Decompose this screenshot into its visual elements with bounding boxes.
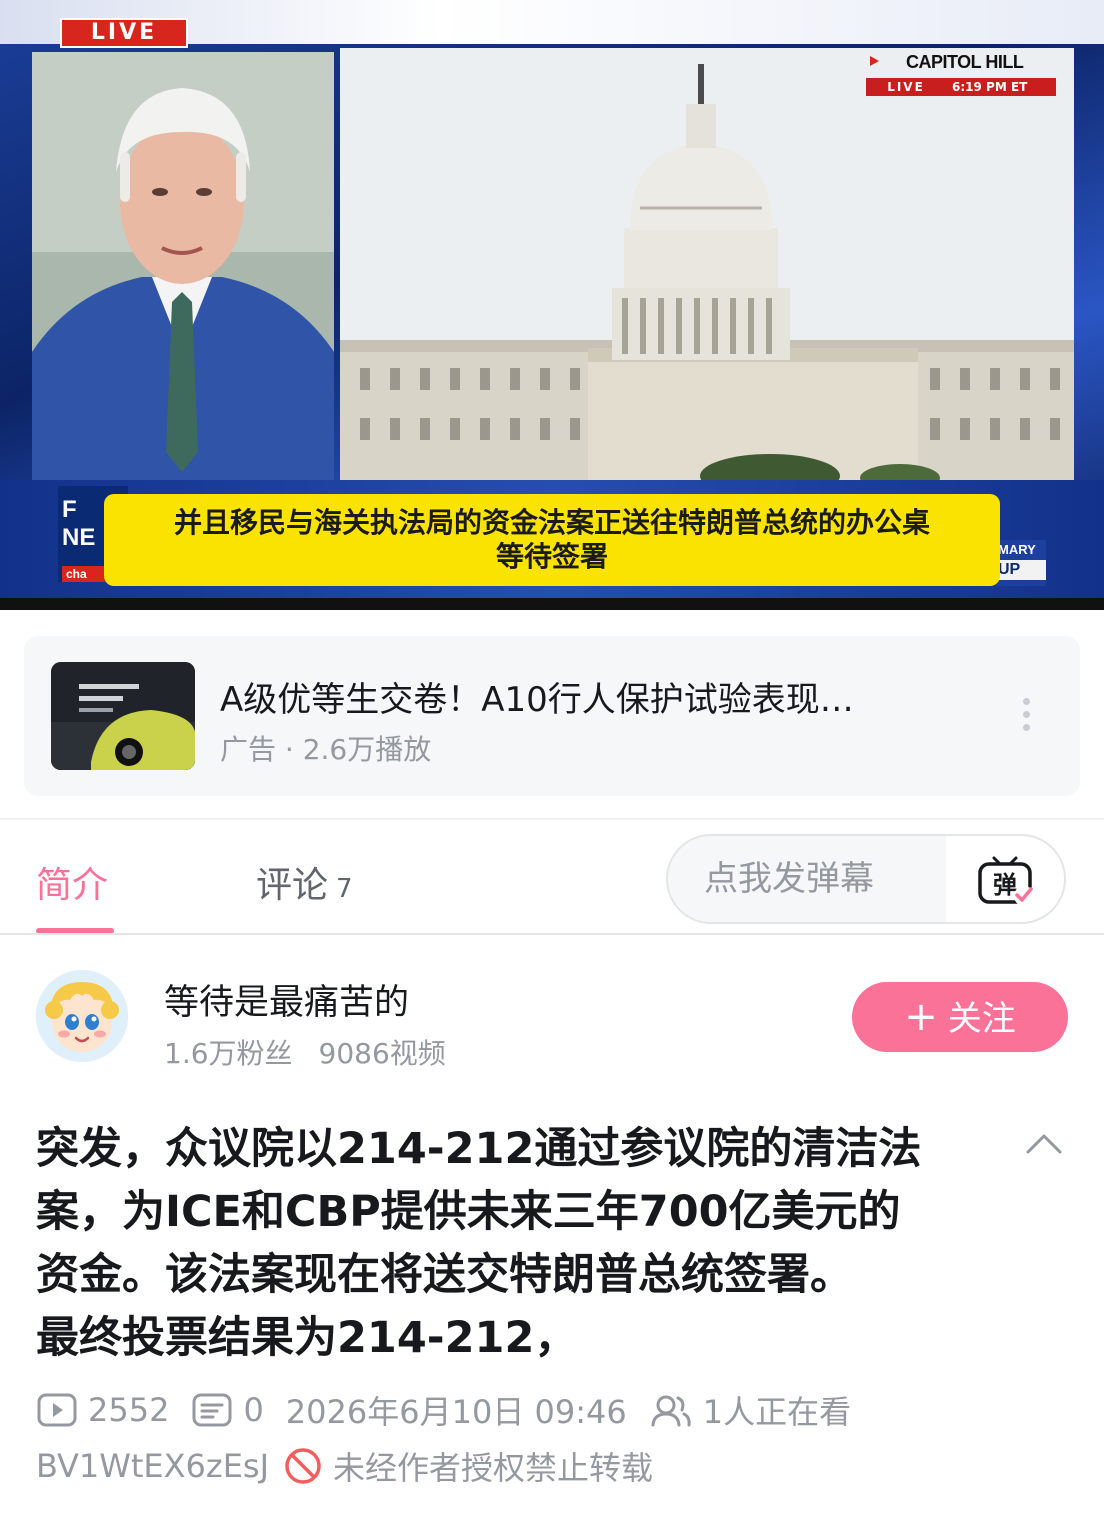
location-name: CAPITOL HILL [906,52,1024,72]
video-bottom-edge [0,598,1104,610]
title-line-1: 突发，众议院以214-212通过参议院的清洁法 [36,1124,922,1174]
uploader-avatar[interactable] [36,970,128,1062]
plus-icon: + [904,994,938,1040]
news-anchor-image [32,52,334,480]
copyright-text: 未经作者授权禁止转载 [333,1449,654,1487]
danmaku-count: 0 [191,1391,264,1429]
title-line-3: 资金。该法案现在将送交特朗普总统签署。 [36,1250,853,1300]
chevron-up-icon[interactable] [1024,1130,1064,1156]
tab-comments-count: 7 [336,874,353,904]
play-count-icon [37,1393,77,1427]
title-line-2: 案，为ICE和CBP提供未来三年700亿美元的 [36,1187,901,1237]
title-line-4: 最终投票结果为214-212， [36,1313,578,1363]
location-live-label: LIVE [887,80,925,94]
uploader-videos: 9086视频 [318,1037,446,1070]
subtitle-line-2: 等待签署 [495,540,608,573]
channel-logo-mid: NE [62,524,96,551]
danmaku-toggle-icon[interactable]: 弹 [974,848,1036,910]
watching-count: 1人正在看 [649,1387,851,1433]
ad-thumbnail-image [51,662,195,770]
live-tag: LIVE [60,18,188,48]
prohibit-icon [285,1448,321,1484]
tab-divider [0,933,1104,935]
video-stats-row: 2552 0 2026年6月10日 09:46 1人正在看 [36,1388,851,1432]
follow-label: 关注 [947,999,1016,1039]
side-tag: MARY UP [996,540,1046,586]
video-title: 突发，众议院以214-212通过参议院的清洁法 案，为ICE和CBP提供未来三年… [36,1118,1006,1370]
capitol-live-frame [340,48,1074,482]
ad-title[interactable]: A级优等生交卷！A10行人保护试验表现… [220,672,854,721]
tab-intro[interactable]: 简介 [36,856,108,908]
avatar-image [36,970,128,1062]
ad-thumbnail[interactable] [51,662,195,770]
video-subtitle: 并且移民与海关执法局的资金法案正送往特朗普总统的办公桌 等待签署 [104,494,1000,586]
uploader-fans: 1.6万粉丝 [164,1037,293,1070]
location-live-strip: LIVE 6:19 PM ET [866,78,1056,96]
channel-logo-top: F [62,496,77,523]
uploader-name[interactable]: 等待是最痛苦的 [164,974,409,1025]
tab-comments-label: 评论 [256,865,329,906]
subtitle-line-1: 并且移民与海关执法局的资金法案正送往特朗普总统的办公桌 [173,506,930,539]
capitol-building-image [340,48,1074,482]
video-id-row: BV1WtEX6zEsJ 未经作者授权禁止转载 [36,1444,653,1488]
danmaku-input[interactable]: 点我发弹幕 [668,836,946,922]
video-player[interactable]: LIVE CAPITOL HILL LIVE 6:19 PM ET F NE c… [0,0,1104,610]
ad-card[interactable]: A级优等生交卷！A10行人保护试验表现… 广告 · 2.6万播放 [24,636,1080,796]
news-anchor-frame [32,52,334,480]
copyright-notice: 未经作者授权禁止转载 [283,1443,653,1489]
follow-button[interactable]: + 关注 [852,982,1068,1052]
ad-meta: 广告 · 2.6万播放 [220,733,432,766]
bvid[interactable]: BV1WtEX6zEsJ [36,1447,269,1485]
play-count-value: 2552 [88,1391,170,1429]
danmaku-bar: 点我发弹幕 弹 [666,834,1066,924]
danmaku-count-icon [192,1393,232,1427]
danmaku-icon-char: 弹 [993,871,1017,899]
danmaku-count-value: 0 [243,1391,264,1429]
more-vertical-icon[interactable] [1020,698,1032,738]
play-arrow-icon [870,56,879,66]
side-tag-top: MARY [998,542,1036,557]
publish-date: 2026年6月10日 09:46 [285,1393,627,1431]
uploader-stats: 1.6万粉丝 9086视频 [164,1032,446,1072]
watching-people-icon [651,1395,691,1427]
location-time: 6:19 PM ET [952,80,1028,94]
side-tag-bottom: UP [998,560,1046,580]
tab-comments[interactable]: 评论 7 [256,856,353,908]
watching-count-value: 1人正在看 [702,1393,852,1431]
location-badge: CAPITOL HILL LIVE 6:19 PM ET [864,52,1056,100]
section-divider [0,818,1104,820]
play-count: 2552 [36,1391,169,1429]
